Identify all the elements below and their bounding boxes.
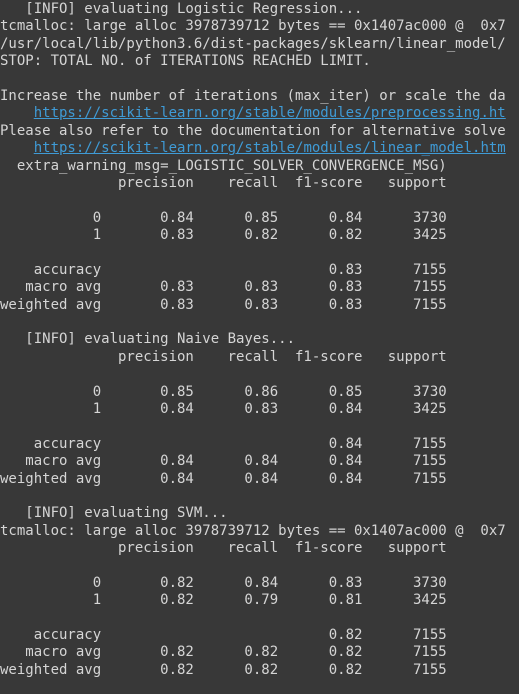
output-line-text: STOP: TOTAL NO. of ITERATIONS REACHED LI… [0, 53, 371, 70]
output-line-text: macro avg 0.83 0.83 0.83 7155 [0, 279, 447, 296]
output-line-text [0, 105, 34, 121]
output-line: 1 0.82 0.79 0.81 3425 [0, 592, 519, 609]
output-line-text: [INFO] evaluating Naive Bayes... [0, 331, 296, 348]
output-line-text: Please also refer to the documentation f… [0, 122, 506, 139]
output-line-text: 1 0.83 0.82 0.82 3425 [0, 227, 447, 244]
output-line: weighted avg 0.84 0.84 0.84 7155 [0, 471, 519, 488]
output-line-text: 0 0.82 0.84 0.83 3730 [0, 574, 447, 591]
output-line: macro avg 0.83 0.83 0.83 7155 [0, 279, 519, 296]
output-line: [INFO] evaluating SVM... [0, 505, 519, 522]
output-line-text: [INFO] evaluating SVM... [0, 505, 228, 522]
output-line: 1 0.83 0.82 0.82 3425 [0, 227, 519, 244]
output-line-text: 0 0.85 0.86 0.85 3730 [0, 383, 447, 400]
output-line-text: weighted avg 0.84 0.84 0.84 7155 [0, 470, 447, 487]
output-line-text: 0 0.84 0.85 0.84 3730 [0, 209, 447, 226]
output-line: STOP: TOTAL NO. of ITERATIONS REACHED LI… [0, 53, 519, 70]
output-line: macro avg 0.82 0.82 0.82 7155 [0, 644, 519, 661]
output-line-text: accuracy 0.83 7155 [0, 261, 447, 278]
output-line: accuracy 0.84 7155 [0, 436, 519, 453]
output-line-text: accuracy 0.82 7155 [0, 627, 447, 644]
output-line-text: tcmalloc: large alloc 3978739712 bytes =… [0, 18, 506, 35]
output-line: weighted avg 0.82 0.82 0.82 7155 [0, 662, 519, 679]
doc-link[interactable]: https://scikit-learn.org/stable/modules/… [34, 140, 506, 156]
output-line: accuracy 0.82 7155 [0, 627, 519, 644]
output-line: precision recall f1-score support [0, 349, 519, 366]
output-line-text: precision recall f1-score support [0, 540, 447, 557]
output-line: macro avg 0.84 0.84 0.84 7155 [0, 453, 519, 470]
output-line: accuracy 0.83 7155 [0, 262, 519, 279]
output-line: 1 0.84 0.83 0.84 3425 [0, 401, 519, 418]
output-line: precision recall f1-score support [0, 175, 519, 192]
doc-link[interactable]: https://scikit-learn.org/stable/modules/… [34, 105, 506, 121]
output-line: extra_warning_msg=_LOGISTIC_SOLVER_CONVE… [0, 158, 519, 175]
output-line: https://scikit-learn.org/stable/modules/… [0, 140, 519, 157]
output-line-text: weighted avg 0.83 0.83 0.83 7155 [0, 296, 447, 313]
output-line-text: macro avg 0.82 0.82 0.82 7155 [0, 644, 447, 661]
terminal-output: [INFO] evaluating Logistic Regression...… [0, 0, 519, 694]
output-line: tcmalloc: large alloc 3978739712 bytes =… [0, 18, 519, 35]
output-line: /usr/local/lib/python3.6/dist-packages/s… [0, 36, 519, 53]
output-line-text: precision recall f1-score support [0, 348, 447, 365]
output-line: Increase the number of iterations (max_i… [0, 88, 519, 105]
output-line-text: [INFO] evaluating Logistic Regression... [0, 1, 363, 17]
output-line-text [0, 140, 34, 156]
output-line-text: accuracy 0.84 7155 [0, 435, 447, 452]
output-line-text: macro avg 0.84 0.84 0.84 7155 [0, 453, 447, 470]
output-line: 0 0.85 0.86 0.85 3730 [0, 384, 519, 401]
output-line-text: /usr/local/lib/python3.6/dist-packages/s… [0, 35, 506, 52]
output-line: tcmalloc: large alloc 3978739712 bytes =… [0, 523, 519, 540]
output-line-text: tcmalloc: large alloc 3978739712 bytes =… [0, 522, 506, 539]
output-line-text: weighted avg 0.82 0.82 0.82 7155 [0, 661, 447, 678]
output-line: 0 0.84 0.85 0.84 3730 [0, 210, 519, 227]
output-line: [INFO] evaluating Naive Bayes... [0, 331, 519, 348]
output-line: weighted avg 0.83 0.83 0.83 7155 [0, 297, 519, 314]
output-line: [INFO] evaluating Logistic Regression... [0, 1, 519, 18]
output-line-text: Increase the number of iterations (max_i… [0, 87, 506, 104]
output-line-text: 1 0.84 0.83 0.84 3425 [0, 400, 447, 417]
output-line-text: extra_warning_msg=_LOGISTIC_SOLVER_CONVE… [0, 157, 447, 174]
output-line-text: 1 0.82 0.79 0.81 3425 [0, 592, 447, 609]
output-line: 0 0.82 0.84 0.83 3730 [0, 575, 519, 592]
output-line: https://scikit-learn.org/stable/modules/… [0, 105, 519, 122]
output-line: precision recall f1-score support [0, 540, 519, 557]
output-line: Please also refer to the documentation f… [0, 123, 519, 140]
output-line-text: precision recall f1-score support [0, 174, 447, 191]
